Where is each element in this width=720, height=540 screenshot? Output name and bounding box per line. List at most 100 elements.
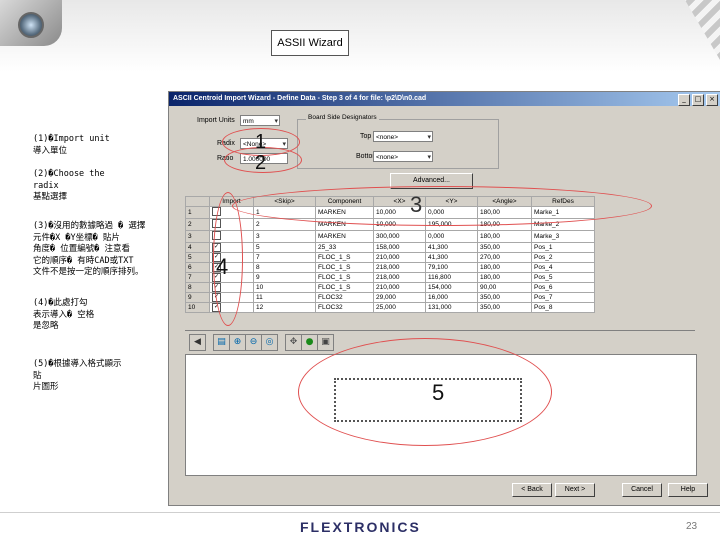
zoom-out-icon[interactable]: ⊖ [245,334,262,351]
x-cell: 158,000 [373,242,426,253]
note-4: (4)�此處打勾 表示導入� 空格 是忽略 [33,298,95,331]
x-cell: 300,000 [373,230,426,243]
skip-cell: 3 [253,230,316,243]
note-5: (5)�根據導入格式顯示 貼 片圖形 [33,359,122,392]
skip-cell: 9 [253,272,316,283]
pan-icon[interactable]: ✥ [285,334,302,351]
header-background [0,0,720,72]
close-icon[interactable]: × [706,94,718,106]
annotation-ellipse-3 [232,186,652,226]
angle-cell: 180,00 [477,230,532,243]
slide-title: ASSII Wizard [271,30,349,56]
row-number: 7 [185,272,210,283]
top-select[interactable]: <none> [373,131,433,143]
x-cell: 29,000 [373,292,426,303]
component-cell: MARKEN [315,230,374,243]
angle-cell: 90,00 [477,282,532,293]
angle-cell: 270,00 [477,252,532,263]
annotation-number-3: 3 [410,192,423,217]
import-units-label: Import Units [197,117,235,124]
table-row[interactable]: 5 ✓ 7 FLOC_1_S 210,000 41,300 270,00 Pos_2 [185,252,595,263]
zoom-in-icon[interactable]: ⊕ [229,334,246,351]
row-number: 2 [185,218,210,231]
skip-cell: 7 [253,252,316,263]
skip-cell: 11 [253,292,316,303]
row-number: 10 [185,302,210,313]
angle-cell: 350,00 [477,242,532,253]
back-button[interactable]: < Back [512,483,552,497]
table-row[interactable]: 6 ✓ 8 FLOC_1_S 218,000 79,100 180,00 Pos_4 [185,262,595,273]
footer-divider [0,512,720,513]
note-3: (3)�沒用的數據略過 � 選擇 元件�X �Y坐標� 貼片 角度� 位置編號�… [33,221,146,277]
annotation-number-2: 2 [255,152,267,174]
component-cell: FLOC32 [315,292,374,303]
component-cell: FLOC_1_S [315,262,374,273]
refdes-cell: Marke_3 [531,230,595,243]
table-row[interactable]: 4 ✓ 5 25_33 158,000 41,300 350,00 Pos_1 [185,242,595,253]
zoom-fit-icon[interactable]: ◎ [261,334,278,351]
annotation-number-4: 4 [216,254,229,279]
next-button[interactable]: Next > [555,483,595,497]
fullscreen-icon[interactable]: ▣ [317,334,334,351]
table-row[interactable]: 10 ✓ 12 FLOC32 25,000 131,000 350,00 Pos_8 [185,302,595,313]
x-cell: 218,000 [373,272,426,283]
refdes-cell: Pos_6 [531,282,595,293]
lens-graphic [18,12,44,38]
import-units-select[interactable]: mm [240,115,280,127]
y-cell: 116,800 [425,272,478,283]
footer-logo: FLEXTRONICS [300,519,421,535]
refresh-icon[interactable]: ● [301,334,318,351]
help-button[interactable]: Help [668,483,708,497]
print-icon[interactable]: ▤ [213,334,230,351]
table-row[interactable]: 9 ✓ 11 FLOC32 29,000 16,000 350,00 Pos_7 [185,292,595,303]
angle-cell: 180,00 [477,262,532,273]
component-cell: FLOC32 [315,302,374,313]
component-cell: 25_33 [315,242,374,253]
y-cell: 16,000 [425,292,478,303]
refdes-cell: Pos_7 [531,292,595,303]
x-cell: 210,000 [373,252,426,263]
angle-cell: 180,00 [477,272,532,283]
row-number: 8 [185,282,210,293]
refdes-cell: Pos_1 [531,242,595,253]
row-number: 9 [185,292,210,303]
y-cell: 154,000 [425,282,478,293]
page-number: 23 [686,521,698,532]
row-number: 1 [185,206,210,219]
wizard-title-bar: ASCII Centroid Import Wizard - Define Da… [169,92,720,106]
refdes-cell: Pos_4 [531,262,595,273]
board-side-legend: Board Side Designators [306,114,379,121]
angle-cell: 350,00 [477,302,532,313]
x-cell: 218,000 [373,262,426,273]
component-cell: FLOC_1_S [315,282,374,293]
table-row[interactable]: 3 3 MARKEN 300,000 0,000 180,00 Marke_3 [185,230,595,243]
refdes-cell: Pos_8 [531,302,595,313]
row-number: 6 [185,262,210,273]
refdes-cell: Pos_5 [531,272,595,283]
y-cell: 131,000 [425,302,478,313]
x-cell: 210,000 [373,282,426,293]
row-number: 5 [185,252,210,263]
y-cell: 0,000 [425,230,478,243]
top-label: Top [360,133,372,140]
y-cell: 79,100 [425,262,478,273]
back-arrow-icon[interactable]: ◀ [189,334,206,351]
cancel-button[interactable]: Cancel [622,483,662,497]
skip-cell: 10 [253,282,316,293]
minimize-icon[interactable]: _ [678,94,690,106]
refdes-cell: Pos_2 [531,252,595,263]
note-2: (2)�Choose the radix 基點選擇 [33,169,105,202]
window-controls: _ □ × [678,94,718,106]
y-cell: 41,300 [425,252,478,263]
table-row[interactable]: 8 ✓ 10 FLOC_1_S 210,000 154,000 90,00 Pos_6 [185,282,595,293]
bottom-select[interactable]: <none> [373,151,433,163]
y-cell: 41,300 [425,242,478,253]
maximize-icon[interactable]: □ [692,94,704,106]
table-row[interactable]: 7 ✓ 9 FLOC_1_S 218,000 116,800 180,00 Pos_5 [185,272,595,283]
x-cell: 25,000 [373,302,426,313]
annotation-ellipse-5 [298,338,552,446]
annotation-number-5: 5 [432,380,445,405]
row-number: 4 [185,242,210,253]
row-number-header [185,196,210,207]
skip-cell: 8 [253,262,316,273]
